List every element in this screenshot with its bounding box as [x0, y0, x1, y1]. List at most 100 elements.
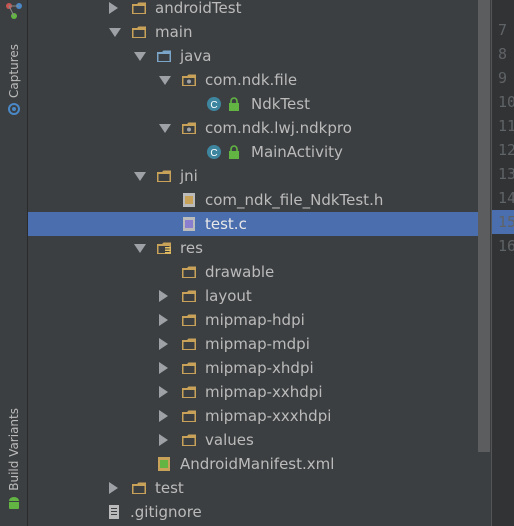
tree-item-label: mipmap-xxxhdpi [205, 407, 332, 425]
svg-text:C: C [210, 148, 217, 159]
folder-icon [132, 482, 146, 494]
folder-icon [157, 170, 171, 182]
line-number: 13 [498, 165, 514, 183]
tree-item-drawable[interactable]: drawable [28, 260, 490, 284]
tree-item-mipmap-xxxhdpi[interactable]: mipmap-xxxhdpi [28, 404, 490, 428]
folder-icon [182, 314, 196, 326]
camera-icon [7, 102, 20, 115]
class-icon: C [207, 97, 221, 111]
tree-item-label: mipmap-mdpi [205, 335, 310, 353]
tree-item-layout[interactable]: layout [28, 284, 490, 308]
folder-icon [182, 266, 196, 278]
tree-item-label: MainActivity [251, 143, 343, 161]
chevron-right-icon[interactable] [159, 290, 168, 302]
tree-item-label: java [180, 47, 212, 65]
tree-item-label: values [205, 431, 254, 449]
line-number: 15 [498, 213, 514, 231]
tree-item-values[interactable]: values [28, 428, 490, 452]
line-number: 8 [498, 45, 508, 63]
chevron-down-icon[interactable] [159, 124, 171, 133]
tree-item-label: layout [205, 287, 252, 305]
chevron-down-icon[interactable] [134, 244, 146, 253]
folder-icon [182, 362, 196, 374]
tree-item-jni[interactable]: jni [28, 164, 490, 188]
tree-item-res[interactable]: res [28, 236, 490, 260]
build-variants-tab[interactable]: Build Variants [3, 408, 24, 511]
folder-icon [182, 290, 196, 302]
folder-icon [182, 410, 196, 422]
tree-item-label: main [155, 23, 193, 41]
tree-item-label: AndroidManifest.xml [180, 455, 335, 473]
resource-folder-icon [157, 242, 171, 254]
tree-item-label: androidTest [155, 0, 242, 17]
class-icon: C [207, 145, 221, 159]
c-file-icon [183, 217, 195, 231]
folder-icon [182, 338, 196, 350]
tree-item-gitignore[interactable]: .gitignore [28, 500, 490, 524]
chevron-right-icon[interactable] [159, 434, 168, 446]
chevron-right-icon[interactable] [159, 386, 168, 398]
lock-icon [229, 97, 239, 111]
editor-gutter: 7 8 9 10 11 12 13 14 15 16 [491, 0, 514, 526]
line-number: 12 [498, 141, 514, 159]
chevron-down-icon[interactable] [109, 28, 121, 37]
chevron-right-icon[interactable] [159, 338, 168, 350]
chevron-right-icon[interactable] [109, 482, 118, 494]
chevron-right-icon[interactable] [159, 410, 168, 422]
tree-item-androidmanifest[interactable]: AndroidManifest.xml [28, 452, 490, 476]
tree-item-mipmap-mdpi[interactable]: mipmap-mdpi [28, 332, 490, 356]
package-icon [182, 74, 196, 86]
tree-item-androidtest[interactable]: androidTest [28, 0, 490, 20]
manifest-icon [158, 457, 170, 471]
tree-item-com-ndk-file[interactable]: com.ndk.file [28, 68, 490, 92]
project-tree: androidTest main java com.ndk.file C NdkTest c… [28, 0, 490, 526]
android-icon [8, 496, 19, 509]
chevron-right-icon[interactable] [159, 314, 168, 326]
tree-item-header-file[interactable]: com_ndk_file_NdkTest.h [28, 188, 490, 212]
tree-item-label: .gitignore [130, 503, 202, 521]
tree-item-ndktest[interactable]: C NdkTest [28, 92, 490, 116]
tree-scrollbar[interactable] [478, 0, 490, 452]
tree-item-java[interactable]: java [28, 44, 490, 68]
chevron-down-icon[interactable] [134, 52, 146, 61]
build-variants-tab-label: Build Variants [6, 408, 21, 491]
folder-icon [182, 386, 196, 398]
line-number: 10 [498, 93, 514, 111]
tree-item-mainactivity[interactable]: C MainActivity [28, 140, 490, 164]
captures-tab-label: Captures [6, 44, 21, 98]
tree-item-test-c[interactable]: test.c [28, 212, 490, 236]
line-number: 16 [498, 237, 514, 255]
chevron-right-icon[interactable] [109, 2, 118, 14]
tree-item-label: test [155, 479, 184, 497]
tree-item-mipmap-hdpi[interactable]: mipmap-hdpi [28, 308, 490, 332]
text-file-icon [109, 505, 119, 519]
tree-item-label: mipmap-hdpi [205, 311, 305, 329]
folder-icon [182, 434, 196, 446]
tree-item-label: com.ndk.lwj.ndkpro [205, 119, 352, 137]
h-file-icon [183, 193, 195, 207]
chevron-down-icon[interactable] [134, 172, 146, 181]
tree-item-main[interactable]: main [28, 20, 490, 44]
captures-logo-icon [5, 3, 22, 19]
left-tool-strip: Captures Build Variants [0, 0, 28, 526]
tree-item-label: NdkTest [251, 95, 310, 113]
tree-item-label: res [180, 239, 203, 257]
lock-icon [229, 145, 239, 159]
source-folder-icon [157, 50, 171, 62]
package-icon [182, 122, 196, 134]
tree-item-label: mipmap-xhdpi [205, 359, 314, 377]
chevron-down-icon[interactable] [159, 76, 171, 85]
captures-tab[interactable]: Captures [3, 2, 24, 116]
tree-item-mipmap-xhdpi[interactable]: mipmap-xhdpi [28, 356, 490, 380]
tree-item-label: test.c [205, 215, 247, 233]
tree-item-mipmap-xxhdpi[interactable]: mipmap-xxhdpi [28, 380, 490, 404]
tree-item-label: jni [180, 167, 198, 185]
tree-item-label: com_ndk_file_NdkTest.h [205, 191, 384, 209]
svg-text:C: C [210, 100, 217, 111]
line-number: 14 [498, 189, 514, 207]
chevron-right-icon[interactable] [159, 362, 168, 374]
tree-item-label: mipmap-xxhdpi [205, 383, 323, 401]
line-number: 11 [498, 117, 514, 135]
tree-item-com-ndk-lwj-ndkpro[interactable]: com.ndk.lwj.ndkpro [28, 116, 490, 140]
tree-item-test[interactable]: test [28, 476, 490, 500]
